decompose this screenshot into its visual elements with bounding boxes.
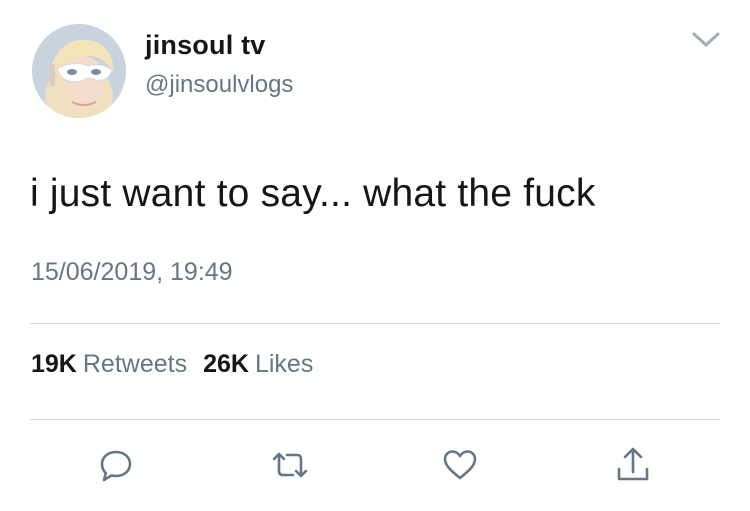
retweets-count: 19K xyxy=(31,350,77,378)
like-button[interactable] xyxy=(440,445,480,485)
tweet-stats: 19K Retweets 26K Likes xyxy=(31,350,329,379)
retweets-label: Retweets xyxy=(82,350,188,378)
profile-photo-icon xyxy=(32,24,126,118)
share-button[interactable] xyxy=(613,445,653,485)
chevron-down-icon[interactable] xyxy=(690,28,722,50)
speech-bubble-icon xyxy=(100,450,132,482)
divider xyxy=(30,323,720,324)
retweet-arrows-icon xyxy=(272,452,308,478)
reply-button[interactable] xyxy=(96,445,136,485)
retweets-stat[interactable]: 19K Retweets xyxy=(31,350,187,379)
likes-count: 26K xyxy=(203,350,249,378)
share-upload-icon xyxy=(617,447,649,481)
divider xyxy=(30,419,720,420)
tweet-text: i just want to say... what the fuck xyxy=(30,172,596,215)
retweet-button[interactable] xyxy=(270,445,310,485)
tweet-timestamp[interactable]: 15/06/2019, 19:49 xyxy=(31,258,233,287)
user-handle[interactable]: @jinsoulvlogs xyxy=(145,71,293,99)
display-name[interactable]: jinsoul tv xyxy=(145,30,266,61)
likes-label: Likes xyxy=(254,350,314,378)
avatar[interactable] xyxy=(32,24,126,118)
likes-stat[interactable]: 26K Likes xyxy=(203,350,313,379)
tweet-detail: jinsoul tv @jinsoulvlogs i just want to … xyxy=(0,0,750,511)
heart-outline-icon xyxy=(443,450,477,480)
